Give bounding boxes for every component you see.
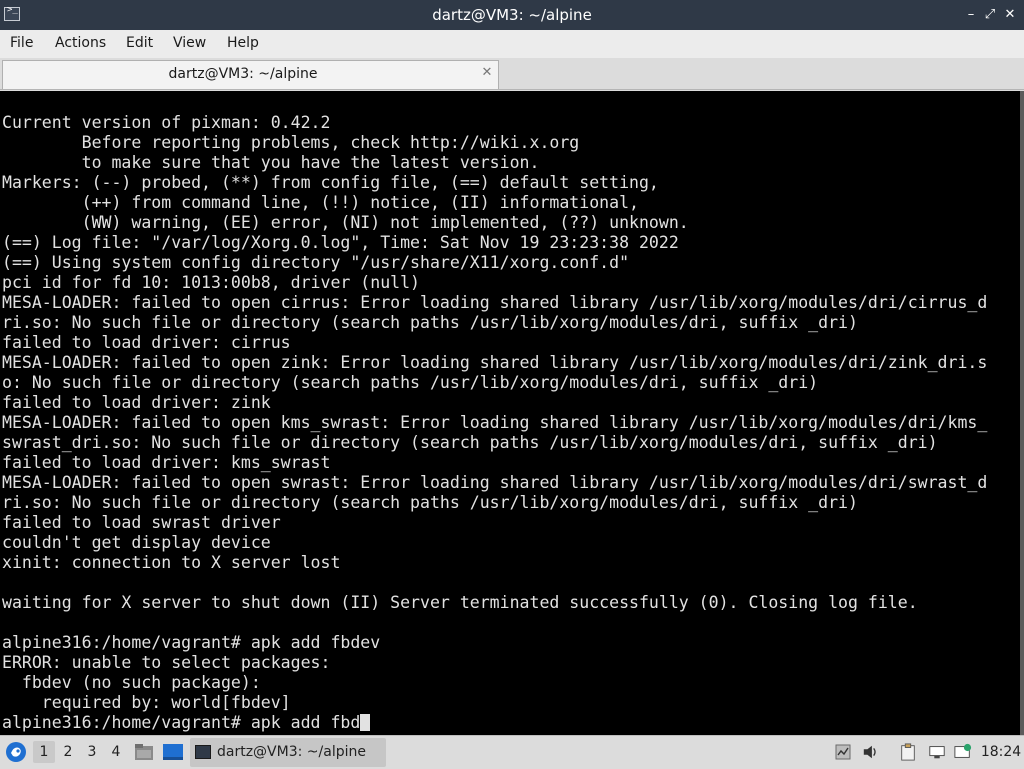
- terminal-line: (==) Using system config directory "/usr…: [2, 253, 630, 272]
- clock[interactable]: 18:24: [978, 736, 1024, 769]
- workspace-4[interactable]: 4: [105, 741, 127, 763]
- tab-terminal-session[interactable]: dartz@VM3: ~/alpine ✕: [2, 60, 499, 89]
- terminal-icon: [195, 745, 211, 759]
- show-desktop-icon[interactable]: [162, 742, 184, 762]
- terminal-line: failed to load swrast driver: [2, 513, 281, 532]
- terminal-line: Markers: (--) probed, (**) from config f…: [2, 173, 659, 192]
- terminal-scrollbar[interactable]: [1020, 91, 1024, 735]
- terminal-line: MESA-LOADER: failed to open kms_swrast: …: [2, 413, 988, 432]
- window-title-bar[interactable]: >_ dartz@VM3: ~/alpine – ⤢ ✕: [0, 0, 1024, 30]
- menu-file[interactable]: File: [10, 30, 33, 58]
- terminal-line: Before reporting problems, check http://…: [2, 133, 580, 152]
- terminal-line: ri.so: No such file or directory (search…: [2, 493, 858, 512]
- terminal-line: failed to load driver: kms_swrast: [2, 453, 331, 472]
- terminal-line: couldn't get display device: [2, 533, 271, 552]
- terminal-line: MESA-LOADER: failed to open cirrus: Erro…: [2, 293, 988, 312]
- workspace-2[interactable]: 2: [57, 741, 79, 763]
- tab-close-icon[interactable]: ✕: [480, 65, 494, 81]
- minimize-button[interactable]: –: [962, 6, 980, 24]
- menu-help[interactable]: Help: [227, 30, 259, 58]
- menu-view[interactable]: View: [173, 30, 206, 58]
- terminal-output: Current version of pixman: 0.42.2 Before…: [2, 113, 1007, 733]
- terminal-line: (==) Log file: "/var/log/Xorg.0.log", Ti…: [2, 233, 679, 252]
- terminal-line: MESA-LOADER: failed to open swrast: Erro…: [2, 473, 988, 492]
- terminal-line: ri.so: No such file or directory (search…: [2, 313, 858, 332]
- update-notifier-icon[interactable]: [954, 743, 972, 761]
- close-button[interactable]: ✕: [1001, 6, 1019, 24]
- menu-bar: File Actions Edit View Help: [0, 30, 1024, 58]
- workspace-1[interactable]: 1: [33, 741, 55, 763]
- terminal-line: MESA-LOADER: failed to open zink: Error …: [2, 353, 988, 372]
- terminal-line: failed to load driver: zink: [2, 393, 271, 412]
- terminal-line: to make sure that you have the latest ve…: [2, 153, 540, 172]
- terminal-line: xinit: connection to X server lost: [2, 553, 341, 572]
- menu-edit[interactable]: Edit: [126, 30, 153, 58]
- terminal-line: alpine316:/home/vagrant# apk add fbdev: [2, 633, 381, 652]
- file-manager-icon[interactable]: [134, 742, 154, 762]
- volume-icon[interactable]: [862, 743, 880, 761]
- terminal-line: failed to load driver: cirrus: [2, 333, 291, 352]
- terminal-line: (++) from command line, (!!) notice, (II…: [2, 193, 639, 212]
- start-menu-icon[interactable]: [5, 741, 27, 763]
- clipboard-icon[interactable]: [899, 743, 917, 761]
- text-cursor: [360, 714, 371, 731]
- terminal-prompt-line[interactable]: alpine316:/home/vagrant# apk add fbd: [2, 713, 1007, 733]
- taskbar: 1 2 3 4 dartz@VM3: ~/alpine 18:24: [0, 735, 1024, 768]
- terminal-line: (WW) warning, (EE) error, (NI) not imple…: [2, 213, 689, 232]
- terminal-line: pci id for fd 10: 1013:00b8, driver (nul…: [2, 273, 421, 292]
- terminal-line: swrast_dri.so: No such file or directory…: [2, 433, 938, 452]
- menu-actions[interactable]: Actions: [55, 30, 106, 58]
- maximize-button[interactable]: ⤢: [981, 6, 999, 24]
- window-title: dartz@VM3: ~/alpine: [432, 6, 592, 24]
- system-monitor-icon[interactable]: [834, 743, 852, 761]
- taskbar-window-label: dartz@VM3: ~/alpine: [217, 744, 366, 760]
- terminal-line: o: No such file or directory (search pat…: [2, 373, 819, 392]
- network-icon[interactable]: [928, 743, 946, 761]
- terminal-line: required by: world[fbdev]: [2, 693, 291, 712]
- prompt-text: alpine316:/home/vagrant# apk add fbd: [2, 713, 361, 732]
- terminal-line: fbdev (no such package):: [2, 673, 261, 692]
- tab-bar: dartz@VM3: ~/alpine ✕: [0, 58, 1024, 90]
- workspace-3[interactable]: 3: [81, 741, 103, 763]
- terminal-line: ERROR: unable to select packages:: [2, 653, 331, 672]
- terminal-view[interactable]: Current version of pixman: 0.42.2 Before…: [0, 91, 1024, 735]
- tab-label: dartz@VM3: ~/alpine: [168, 66, 318, 82]
- taskbar-window-button[interactable]: dartz@VM3: ~/alpine: [190, 738, 386, 767]
- terminal-line: Current version of pixman: 0.42.2: [2, 113, 331, 132]
- terminal-line: waiting for X server to shut down (II) S…: [2, 593, 918, 612]
